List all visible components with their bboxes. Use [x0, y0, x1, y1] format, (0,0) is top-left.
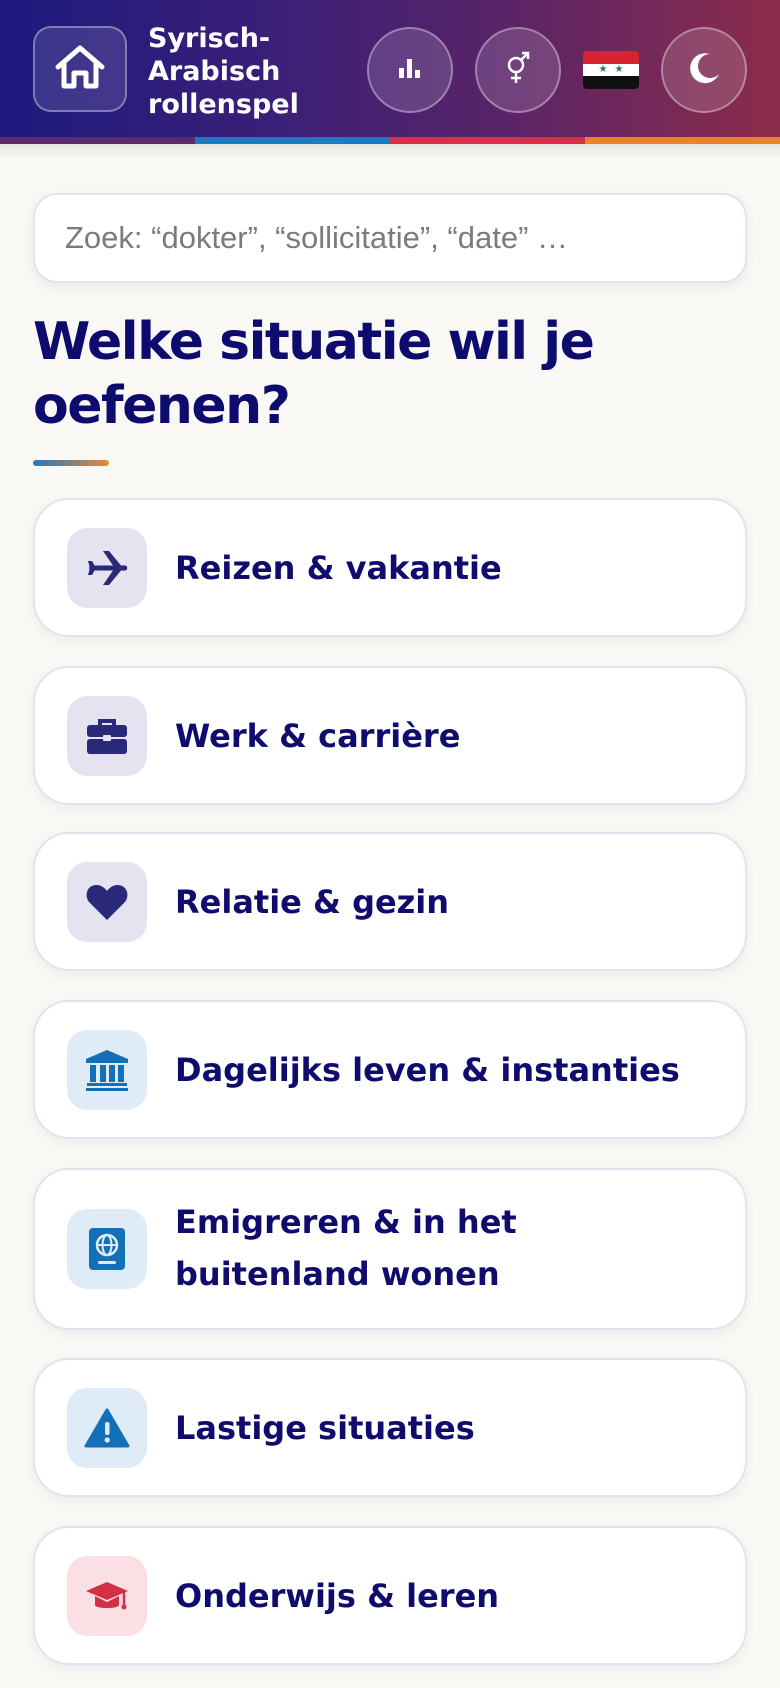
app-title-line: Arabisch [148, 56, 281, 87]
moon-icon [686, 50, 722, 91]
app-title: Syrisch- Arabisch rollenspel [148, 22, 338, 121]
bank-icon [67, 1030, 147, 1110]
category-label: Dagelijks leven & instanties [175, 1051, 680, 1089]
home-button[interactable] [33, 26, 127, 112]
category-label: Emigreren & in het buitenland wonen [175, 1203, 517, 1293]
warning-icon [67, 1388, 147, 1468]
graduation-cap-icon [67, 1556, 147, 1636]
theme-toggle-button[interactable] [661, 27, 747, 113]
category-label: Relatie & gezin [175, 883, 450, 921]
category-emigration[interactable]: Emigreren & in het buitenland wonen [33, 1168, 747, 1330]
title-underline [33, 460, 109, 466]
app-title-line: Syrisch- [148, 23, 271, 54]
page-title: Welke situatie wil je oefenen? [33, 312, 595, 436]
category-label: Lastige situaties [175, 1409, 475, 1447]
category-label: Werk & carrière [175, 717, 461, 755]
category-difficult-situations[interactable]: Lastige situaties [33, 1358, 747, 1497]
syria-flag-icon[interactable]: ★ ★ [583, 51, 639, 89]
airplane-icon [67, 528, 147, 608]
category-relationship[interactable]: Relatie & gezin [33, 832, 747, 971]
gender-button[interactable] [475, 27, 561, 113]
search-input[interactable] [33, 193, 747, 283]
bar-chart-icon [397, 56, 423, 85]
heart-icon [67, 862, 147, 942]
category-label: Onderwijs & leren [175, 1577, 500, 1615]
stats-button[interactable] [367, 27, 453, 113]
home-icon [53, 43, 107, 96]
category-education[interactable]: Onderwijs & leren [33, 1526, 747, 1665]
app-header: Syrisch- Arabisch rollenspel ★ ★ [0, 0, 780, 144]
category-work[interactable]: Werk & carrière [33, 666, 747, 805]
category-travel[interactable]: Reizen & vakantie [33, 498, 747, 637]
app-title-line: rollenspel [148, 89, 299, 120]
category-daily-life[interactable]: Dagelijks leven & instanties [33, 1000, 747, 1139]
header-color-stripe [0, 137, 780, 144]
briefcase-icon [67, 696, 147, 776]
gender-icon [504, 51, 532, 90]
passport-icon [67, 1209, 147, 1289]
category-label: Reizen & vakantie [175, 549, 502, 587]
